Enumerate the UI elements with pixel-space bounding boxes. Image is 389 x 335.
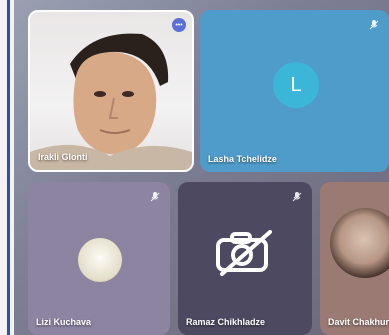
participant-tile-irakli[interactable]: ••• Irakli Glonti bbox=[28, 10, 194, 172]
mic-muted-icon bbox=[290, 190, 304, 204]
participant-name: Davit Chakhunashvili bbox=[328, 317, 389, 327]
participant-name: Ramaz Chikhladze bbox=[186, 317, 266, 327]
participant-video bbox=[30, 33, 192, 170]
participant-name: Irakli Glonti bbox=[38, 152, 88, 162]
left-panel-edge bbox=[0, 0, 14, 335]
participant-name: Lizi Kuchava bbox=[36, 317, 92, 327]
participant-tile-davit[interactable]: Davit Chakhunashvili bbox=[320, 182, 389, 335]
participant-tile-lizi[interactable]: Lizi Kuchava bbox=[28, 182, 170, 335]
participant-tile-ramaz[interactable]: Ramaz Chikhladze bbox=[178, 182, 312, 335]
mic-muted-icon bbox=[148, 190, 162, 204]
video-grid: ••• Irakli Glonti L Lasha Tchelidze Lizi… bbox=[14, 0, 389, 335]
mic-muted-icon bbox=[367, 18, 381, 32]
camera-off-icon bbox=[216, 230, 272, 276]
avatar: L bbox=[273, 62, 319, 108]
participant-name: Lasha Tchelidze bbox=[208, 154, 277, 164]
participant-thumbnail bbox=[78, 238, 122, 282]
left-panel-border bbox=[7, 0, 10, 335]
speaking-indicator-icon: ••• bbox=[172, 18, 186, 32]
participant-thumbnail bbox=[330, 208, 389, 278]
participant-tile-lasha[interactable]: L Lasha Tchelidze bbox=[200, 10, 389, 172]
